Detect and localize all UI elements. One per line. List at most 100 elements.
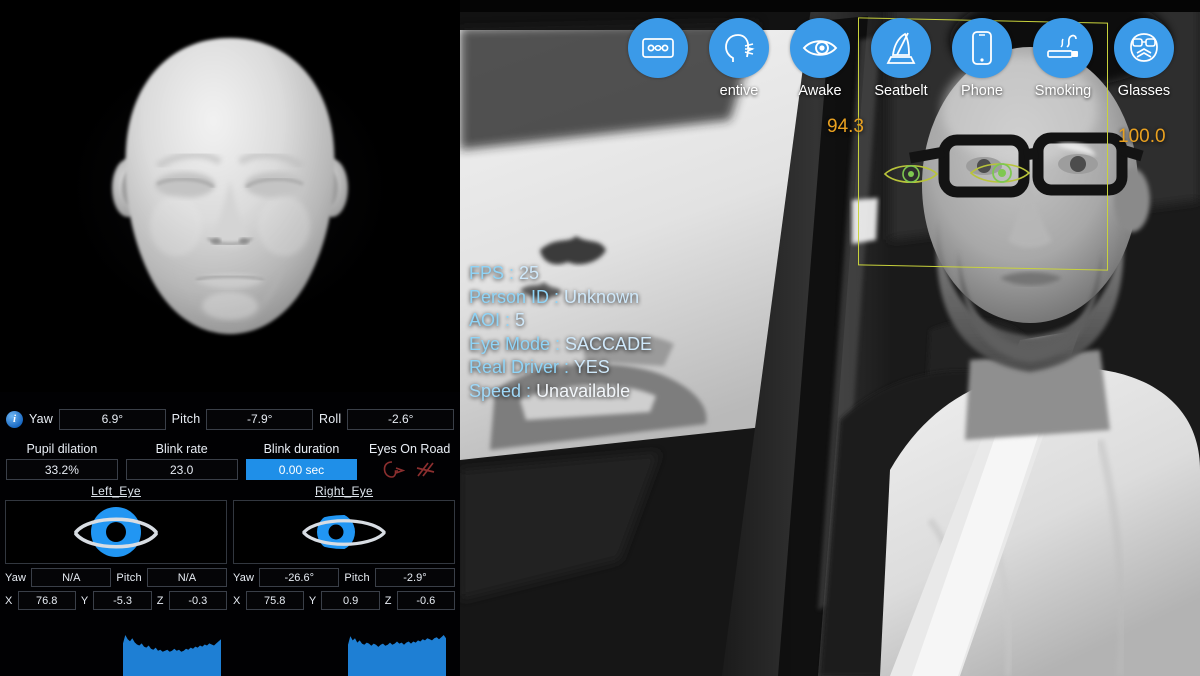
right-eye-panel: Right_Eye Yaw -26.6°: [233, 484, 455, 614]
eye-landmark-left-icon: [882, 160, 940, 188]
status-circle-attentive[interactable]: [709, 18, 769, 78]
pupil-dilation-value: 33.2%: [6, 459, 118, 480]
telemetry-key: Person ID :: [469, 287, 564, 307]
attentive-head-icon: [722, 32, 756, 64]
yaw-value: 6.9°: [59, 409, 166, 430]
status-item-glasses[interactable]: Glasses: [1114, 18, 1174, 99]
pupil-dilation-label: Pupil dilation: [26, 442, 97, 456]
eyes-on-road-indicators: [383, 459, 437, 480]
blink-duration-metric: Blink duration 0.00 sec: [246, 442, 358, 480]
left-eye-coords-row: X 76.8 Y -5.3 Z -0.3: [5, 591, 227, 610]
left-eye-pitch-value: N/A: [147, 568, 227, 587]
telemetry-value: 25: [519, 263, 539, 283]
eye-detail-section: Left_Eye Yaw N/A Pitch N/A: [0, 484, 460, 614]
status-label-attentive: entive: [720, 83, 759, 99]
right-eye-angles-row: Yaw -26.6° Pitch -2.9°: [233, 568, 455, 587]
telemetry-value: Unavailable: [536, 381, 630, 401]
right-eye-yaw-label: Yaw: [233, 572, 254, 584]
left-eye-x-label: X: [5, 595, 13, 607]
status-circle-face-scan[interactable]: [628, 18, 688, 78]
telemetry-key: AOI :: [469, 310, 515, 330]
blink-duration-value: 0.00 sec: [246, 459, 358, 480]
dms-application: i Yaw 6.9° Pitch -7.9° Roll -2.6° Pupil …: [0, 0, 1200, 676]
telemetry-value: YES: [574, 357, 610, 377]
telemetry-key: FPS :: [469, 263, 519, 283]
seatbelt-icon: [885, 31, 917, 65]
phone-icon: [970, 30, 994, 66]
left-eye-values: Yaw N/A Pitch N/A X 76.8 Y -5.3 Z -0.3: [5, 568, 227, 614]
right-eye-pitch-label: Pitch: [344, 572, 369, 584]
eye-icon: [56, 504, 176, 560]
telemetry-overlay: FPS : 25Person ID : UnknownAOI : 5Eye Mo…: [469, 262, 652, 403]
cigarette-icon: [1045, 33, 1081, 63]
telemetry-value: 5: [515, 310, 525, 330]
left-eye-z-label: Z: [157, 595, 164, 607]
status-circle-phone[interactable]: [952, 18, 1012, 78]
right-eye-z-label: Z: [385, 595, 392, 607]
left-eye-panel: Left_Eye Yaw N/A Pitch N/A: [5, 484, 227, 614]
yaw-label: Yaw: [29, 412, 53, 426]
status-item-awake[interactable]: Awake: [790, 18, 850, 99]
left-eye-z-value: -0.3: [169, 591, 227, 610]
status-item-attentive[interactable]: entive: [709, 18, 769, 99]
right-eye-z-value: -0.6: [397, 591, 455, 610]
signal-waveform-plots: [0, 622, 460, 676]
status-label-glasses: Glasses: [1118, 83, 1170, 99]
telemetry-line: Real Driver : YES: [469, 356, 652, 380]
eyes-on-road-label: Eyes On Road: [369, 442, 450, 456]
left-analysis-panel: i Yaw 6.9° Pitch -7.9° Roll -2.6° Pupil …: [0, 0, 460, 676]
face-scan-icon: [641, 36, 675, 60]
left-eye-x-value: 76.8: [18, 591, 76, 610]
eyes-on-road-metric: Eyes On Road: [365, 442, 454, 480]
left-eye-angles-row: Yaw N/A Pitch N/A: [5, 568, 227, 587]
head-pose-3d-viewport[interactable]: [0, 0, 460, 392]
status-circle-awake[interactable]: [790, 18, 850, 78]
status-item-face-scan[interactable]: [628, 18, 688, 99]
blink-duration-label: Blink duration: [264, 442, 340, 456]
telemetry-line: AOI : 5: [469, 309, 652, 333]
face-confidence-right: 100.0: [1118, 126, 1166, 148]
eye-landmark-right-icon: [968, 158, 1032, 188]
blink-rate-value: 23.0: [126, 459, 238, 480]
face-confidence-left: 94.3: [827, 116, 864, 138]
status-item-phone[interactable]: Phone: [952, 18, 1012, 99]
telemetry-key: Speed :: [469, 381, 536, 401]
telemetry-line: FPS : 25: [469, 262, 652, 286]
glasses-icon: [1126, 31, 1162, 65]
eye-open-icon: [801, 36, 839, 60]
status-label-seatbelt: Seatbelt: [874, 83, 927, 99]
telemetry-line: Person ID : Unknown: [469, 286, 652, 310]
telemetry-value: Unknown: [564, 287, 639, 307]
waveform-area: [123, 635, 221, 676]
info-icon[interactable]: i: [6, 411, 23, 428]
head-pose-fields: i Yaw 6.9° Pitch -7.9° Roll -2.6°: [0, 405, 460, 433]
head-mesh-render: [84, 30, 376, 360]
right-eye-values: Yaw -26.6° Pitch -2.9° X 75.8 Y 0.9 Z -0…: [233, 568, 455, 614]
left-eye-viewport[interactable]: [5, 500, 227, 564]
status-item-smoking[interactable]: Smoking: [1033, 18, 1093, 99]
status-item-seatbelt[interactable]: Seatbelt: [871, 18, 931, 99]
left-eye-yaw-value: N/A: [31, 568, 111, 587]
telemetry-key: Eye Mode :: [469, 334, 565, 354]
telemetry-line: Eye Mode : SACCADE: [469, 333, 652, 357]
driver-metrics-row: Pupil dilation 33.2% Blink rate 23.0 Bli…: [0, 438, 460, 480]
right-eye-waveform-plot: [348, 632, 446, 676]
pitch-value: -7.9°: [206, 409, 313, 430]
driver-camera-feed[interactable]: 94.3 100.0: [460, 0, 1200, 676]
telemetry-value: SACCADE: [565, 334, 652, 354]
head-gaze-icon: [383, 460, 405, 480]
blink-rate-metric: Blink rate 23.0: [126, 442, 238, 480]
status-circle-smoking[interactable]: [1033, 18, 1093, 78]
right-eye-x-label: X: [233, 595, 241, 607]
status-circle-glasses[interactable]: [1114, 18, 1174, 78]
right-eye-y-value: 0.9: [321, 591, 379, 610]
right-eye-pitch-value: -2.9°: [375, 568, 455, 587]
waveform-area: [348, 635, 446, 676]
left-eye-y-label: Y: [81, 595, 89, 607]
right-eye-title: Right_Eye: [233, 484, 455, 498]
right-eye-viewport[interactable]: [233, 500, 455, 564]
roll-label: Roll: [319, 412, 341, 426]
blink-rate-label: Blink rate: [156, 442, 208, 456]
status-circle-seatbelt[interactable]: [871, 18, 931, 78]
driver-status-indicator-bar: entive Awake: [628, 18, 1174, 99]
